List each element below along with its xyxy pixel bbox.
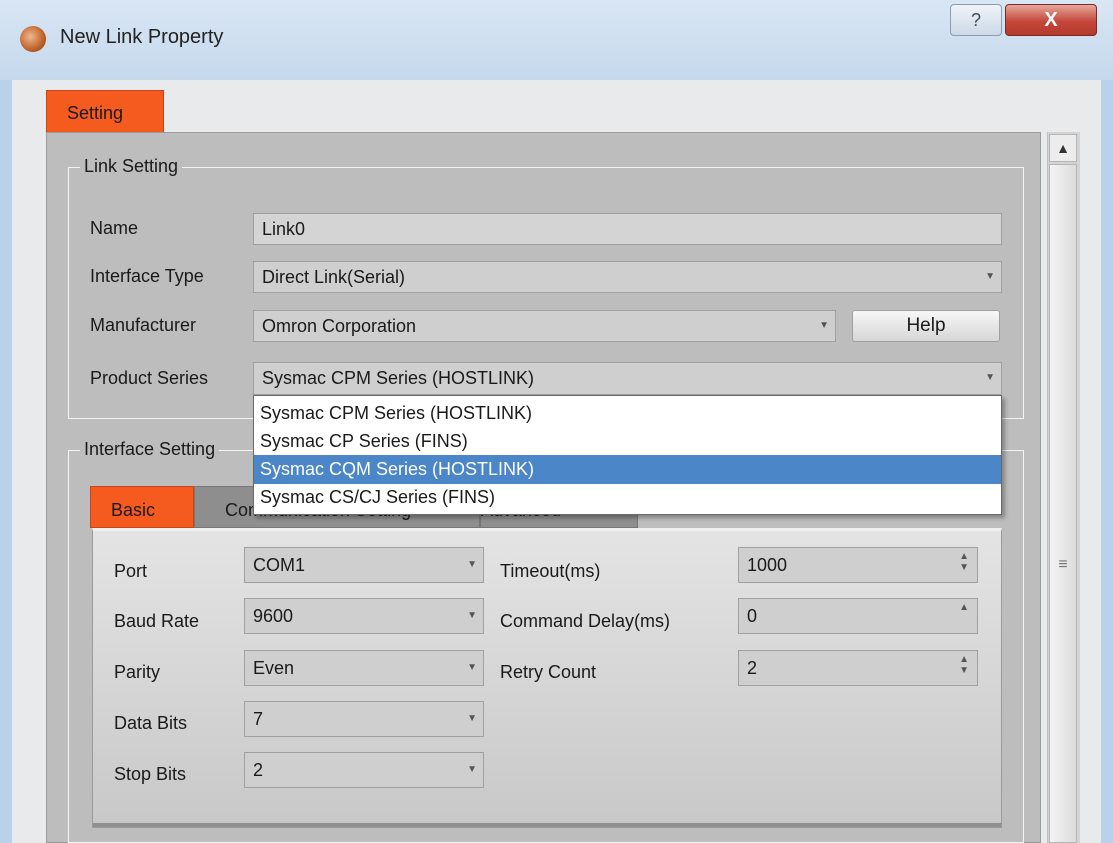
retry-count-label: Retry Count	[500, 662, 597, 682]
scroll-up-icon[interactable]: ▲	[1049, 134, 1077, 162]
parity-value: Even	[253, 658, 295, 678]
baud-rate-value: 9600	[253, 606, 294, 626]
interface-type-value: Direct Link(Serial)	[262, 267, 406, 287]
scroll-thumb[interactable]	[1049, 164, 1077, 843]
timeout-spinner[interactable]: 1000 ▲ ▼	[738, 547, 978, 583]
dropdown-option[interactable]: Sysmac CS/CJ Series (FINS)	[254, 483, 1001, 512]
baud-rate-select[interactable]: 9600 ▼	[244, 598, 484, 634]
spinner-arrows-icon[interactable]: ▲ ▼	[959, 654, 969, 676]
dropdown-option-selected[interactable]: Sysmac CQM Series (HOSTLINK)	[254, 455, 1001, 484]
help-icon[interactable]: ?	[950, 4, 1002, 36]
name-label: Name	[90, 218, 139, 238]
timeout-label: Timeout(ms)	[500, 561, 601, 581]
chevron-down-icon: ▼	[467, 610, 477, 621]
port-label: Port	[114, 561, 148, 581]
spinner-up-icon[interactable]: ▲	[959, 602, 969, 613]
spinner-arrows-icon[interactable]: ▲ ▼	[959, 551, 969, 573]
chevron-down-icon: ▼	[819, 320, 829, 331]
dropdown-option[interactable]: Sysmac CP Series (FINS)	[254, 427, 1001, 456]
stop-bits-label: Stop Bits	[114, 764, 187, 784]
name-field[interactable]: Link0	[253, 213, 1002, 245]
data-bits-value: 7	[253, 709, 264, 729]
title-bar: New Link Property ? X	[0, 0, 1113, 80]
command-delay-spinner[interactable]: 0 ▲	[738, 598, 978, 634]
command-delay-value: 0	[747, 606, 758, 626]
manufacturer-select[interactable]: Omron Corporation ▼	[253, 310, 836, 342]
chevron-down-icon: ▼	[467, 662, 477, 673]
close-icon[interactable]: X	[1005, 4, 1097, 36]
data-bits-select[interactable]: 7 ▼	[244, 701, 484, 737]
product-series-select[interactable]: Sysmac CPM Series (HOSTLINK) ▼	[253, 362, 1002, 395]
manufacturer-value: Omron Corporation	[262, 316, 417, 336]
retry-count-spinner[interactable]: 2 ▲ ▼	[738, 650, 978, 686]
window-title: New Link Property	[60, 26, 224, 48]
stop-bits-value: 2	[253, 760, 264, 780]
interface-type-label: Interface Type	[90, 266, 204, 286]
product-series-label: Product Series	[90, 368, 209, 388]
chevron-down-icon: ▼	[467, 713, 477, 724]
parity-label: Parity	[114, 662, 161, 682]
stop-bits-select[interactable]: 2 ▼	[244, 752, 484, 788]
retry-count-value: 2	[747, 658, 758, 678]
product-series-dropdown: Sysmac CPM Series (HOSTLINK) Sysmac CP S…	[253, 395, 1002, 515]
link-setting-legend: Link Setting	[80, 156, 183, 177]
tab-basic[interactable]: Basic	[90, 486, 194, 528]
port-value: COM1	[253, 555, 306, 575]
help-button[interactable]: Help	[852, 310, 1000, 342]
dialog-window: New Link Property ? X Setting ▲ ≡ Link S…	[0, 0, 1113, 843]
product-series-value: Sysmac CPM Series (HOSTLINK)	[262, 368, 535, 388]
dropdown-option[interactable]: Sysmac CPM Series (HOSTLINK)	[254, 399, 1001, 428]
interface-type-select[interactable]: Direct Link(Serial) ▼	[253, 261, 1002, 293]
chevron-down-icon: ▼	[985, 271, 995, 282]
data-bits-label: Data Bits	[114, 713, 188, 733]
parity-select[interactable]: Even ▼	[244, 650, 484, 686]
port-select[interactable]: COM1 ▼	[244, 547, 484, 583]
baud-rate-label: Baud Rate	[114, 611, 200, 631]
app-icon	[20, 26, 46, 52]
tab-setting[interactable]: Setting	[46, 90, 164, 132]
command-delay-label: Command Delay(ms)	[500, 611, 671, 631]
chevron-down-icon: ▼	[467, 764, 477, 775]
chevron-down-icon: ▼	[985, 372, 995, 383]
manufacturer-label: Manufacturer	[90, 315, 197, 335]
chevron-down-icon: ▼	[467, 559, 477, 570]
interface-setting-legend: Interface Setting	[80, 439, 220, 460]
name-value: Link0	[262, 219, 306, 239]
timeout-value: 1000	[747, 555, 788, 575]
grip-icon: ≡	[1058, 556, 1068, 573]
